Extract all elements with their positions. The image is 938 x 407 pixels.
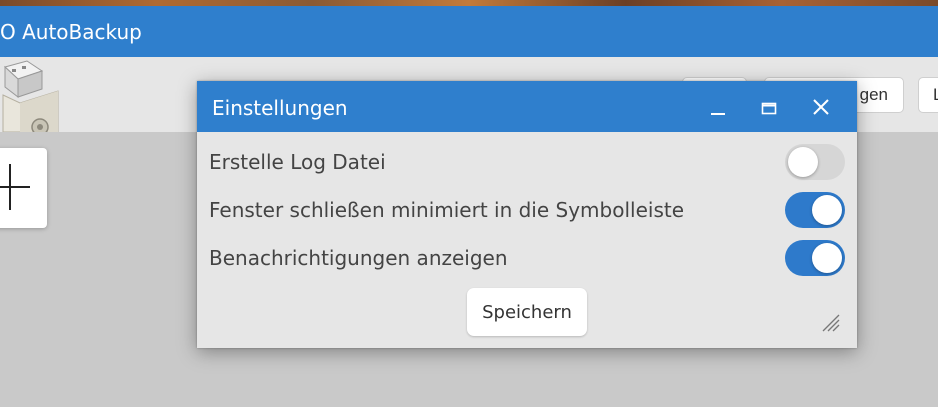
toggle-notifications[interactable] [785, 240, 845, 276]
setting-label-log-file: Erstelle Log Datei [209, 150, 386, 174]
setting-label-notifications: Benachrichtigungen anzeigen [209, 246, 508, 270]
dialog-title: Einstellungen [212, 96, 348, 120]
dialog-titlebar[interactable]: Einstellungen [197, 81, 857, 132]
settings-dialog: Einstellungen Erstelle Log Datei Fenster… [197, 81, 857, 348]
setting-row-minimize-to-tray: Fenster schließen minimiert in die Symbo… [209, 190, 845, 230]
toggle-log-file[interactable] [785, 144, 845, 180]
app-title: O AutoBackup [0, 20, 142, 44]
usb-drive-icon [0, 57, 60, 136]
toolbar-button-3[interactable]: L [918, 77, 938, 113]
toggle-knob [788, 147, 818, 177]
setting-label-minimize-to-tray: Fenster schließen minimiert in die Symbo… [209, 198, 685, 222]
close-button[interactable] [807, 93, 835, 121]
toggle-minimize-to-tray[interactable] [785, 192, 845, 228]
toggle-knob [812, 243, 842, 273]
close-icon [813, 99, 829, 115]
minimize-icon [711, 113, 725, 115]
maximize-button[interactable] [755, 93, 783, 121]
add-backup-card[interactable] [0, 148, 47, 228]
app-titlebar: O AutoBackup [0, 6, 938, 57]
setting-row-log-file: Erstelle Log Datei [209, 142, 845, 182]
toggle-knob [812, 195, 842, 225]
maximize-icon [761, 102, 777, 115]
resize-grip-icon[interactable] [819, 311, 841, 333]
plus-icon [0, 164, 30, 210]
minimize-button[interactable] [704, 93, 732, 121]
setting-row-notifications: Benachrichtigungen anzeigen [209, 238, 845, 278]
save-button[interactable]: Speichern [467, 288, 587, 336]
